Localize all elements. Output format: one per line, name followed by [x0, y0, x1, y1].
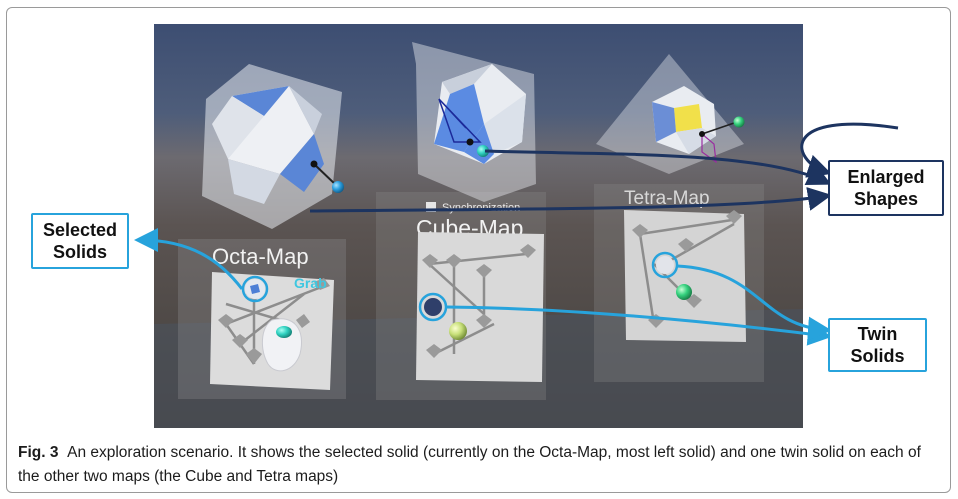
- tetra-map-title: Tetra-Map: [624, 188, 710, 209]
- grab-label: Grab: [294, 275, 327, 291]
- callout-enlarged-shapes: Enlarged Shapes: [828, 160, 944, 216]
- callout-enlarged-shapes-text: Enlarged Shapes: [847, 167, 925, 209]
- sync-label: Synchronization: [442, 202, 520, 214]
- figure-caption: Fig. 3 An exploration scenario. It shows…: [18, 441, 943, 489]
- scene-svg: Synchronization Octa-Map Cube-Map Tetra-…: [154, 24, 803, 428]
- vr-scene: Synchronization Octa-Map Cube-Map Tetra-…: [154, 24, 803, 428]
- callout-selected-solids-text: Selected Solids: [42, 220, 118, 262]
- figure-label: Fig. 3: [18, 444, 59, 461]
- selected-solid[interactable]: [241, 275, 269, 303]
- callout-selected-solids: Selected Solids: [31, 213, 129, 269]
- callout-twin-solids-text: Twin Solids: [850, 324, 905, 366]
- callout-twin-solids: Twin Solids: [828, 318, 927, 372]
- vr-controller[interactable]: [262, 318, 302, 372]
- sync-checkbox[interactable]: [426, 202, 436, 212]
- octa-map-title: Octa-Map: [212, 244, 309, 269]
- figure-caption-text: An exploration scenario. It shows the se…: [18, 444, 921, 485]
